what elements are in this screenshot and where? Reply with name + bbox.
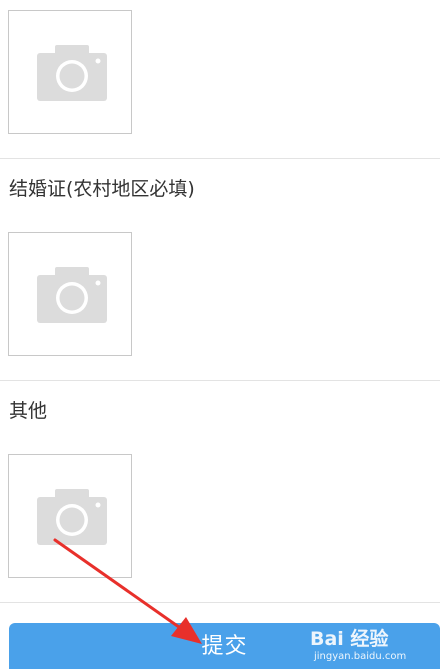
camera-icon [37,267,107,323]
upload-form-page: 结婚证(农村地区必填) 其他 提交 Bai 经验 jingyan.baidu.c… [0,0,440,669]
photo-upload-slot-marriage-certificate[interactable] [8,232,132,356]
section-divider [0,158,440,159]
photo-upload-slot-1[interactable] [8,10,132,134]
section-divider [0,602,440,603]
photo-upload-slot-other[interactable] [8,454,132,578]
submit-button[interactable]: 提交 [9,623,440,669]
camera-icon [37,489,107,545]
submit-button-label: 提交 [201,634,248,659]
section-label-marriage-certificate: 结婚证(农村地区必填) [9,178,195,200]
section-divider [0,380,440,381]
camera-icon [37,45,107,101]
section-label-other: 其他 [9,400,48,422]
